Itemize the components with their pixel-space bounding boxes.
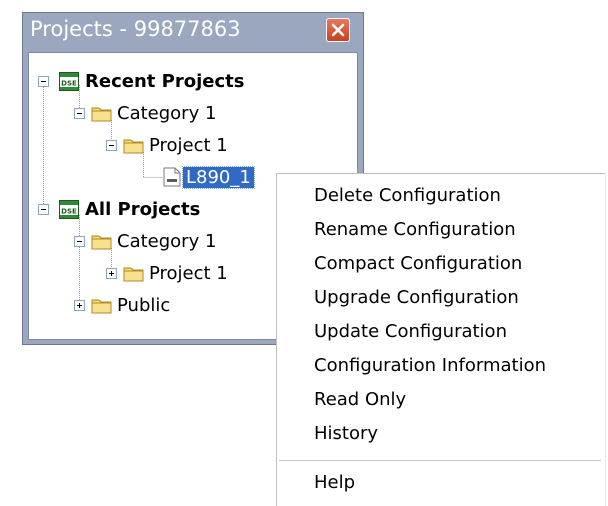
tree-item-project-1[interactable]: Project 1 [149,261,228,285]
collapse-category-1[interactable] [74,108,85,119]
menu-item-read-only[interactable]: Read Only [314,389,406,410]
tree-item-recent-projects[interactable]: Recent Projects [85,69,244,93]
tree-label: Recent Projects [85,70,245,92]
collapse-recent-projects[interactable] [38,76,49,87]
menu-item-delete-configuration[interactable]: Delete Configuration [314,185,501,206]
menu-item-update-configuration[interactable]: Update Configuration [314,321,507,342]
dse-icon: DSE [59,200,79,219]
svg-text:DSE: DSE [61,80,77,88]
tree-label: All Projects [85,198,201,220]
svg-text:DSE: DSE [61,208,77,216]
folder-icon [91,107,112,122]
expand-public[interactable] [74,300,85,311]
tree-item-category-1[interactable]: Category 1 [117,101,216,125]
menu-item-history[interactable]: History [314,423,378,444]
expand-project-1[interactable] [106,268,117,279]
tree-label: Project 1 [149,262,228,284]
title-bar[interactable]: Projects - 99877863 [23,13,363,51]
menu-item-configuration-information[interactable]: Configuration Information [314,355,546,376]
tree-item-l890-1[interactable]: L890_1 [182,165,255,189]
collapse-all-projects[interactable] [38,204,49,215]
context-menu: Delete Configuration Rename Configuratio… [276,173,605,506]
tree-label: Category 1 [117,102,217,124]
collapse-category-1[interactable] [74,236,85,247]
close-icon [331,23,345,37]
tree-item-all-projects[interactable]: All Projects [85,197,200,221]
tree-item-public[interactable]: Public [117,293,170,317]
tree-label-selected: L890_1 [182,165,255,189]
dse-icon: DSE [59,72,79,91]
menu-item-help[interactable]: Help [314,472,355,493]
window-title: Projects - 99877863 [30,17,241,41]
folder-icon [123,139,144,154]
tree-label: Project 1 [149,134,228,156]
folder-icon [123,267,144,282]
folder-icon [91,299,112,314]
menu-item-upgrade-configuration[interactable]: Upgrade Configuration [314,287,519,308]
tree-label: Public [117,294,171,316]
tree-label: Category 1 [117,230,217,252]
menu-item-rename-configuration[interactable]: Rename Configuration [314,219,516,240]
menu-item-compact-configuration[interactable]: Compact Configuration [314,253,522,274]
collapse-project-1[interactable] [106,140,117,151]
tree-item-category-1[interactable]: Category 1 [117,229,216,253]
close-button[interactable] [326,18,350,42]
document-icon [163,167,181,187]
menu-separator [279,460,601,461]
folder-icon [91,235,112,250]
tree-item-project-1[interactable]: Project 1 [149,133,228,157]
